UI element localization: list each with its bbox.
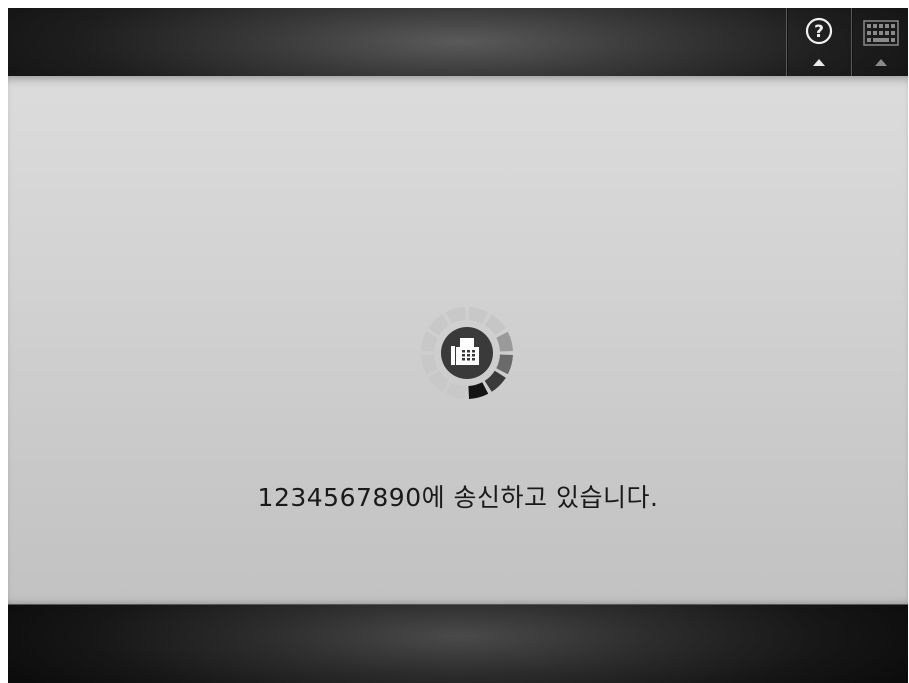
spinner-segment: [496, 354, 513, 375]
progress-spinner: [421, 307, 513, 399]
spinner-segment: [484, 314, 506, 336]
bottom-bar: [8, 604, 908, 683]
keyboard-expand-arrow-icon: [874, 59, 887, 66]
help-button[interactable]: ?: [786, 8, 851, 76]
keyboard-icon: [863, 20, 899, 46]
keyboard-button[interactable]: [851, 8, 908, 76]
spinner-segment: [428, 314, 450, 336]
spinner-segment: [421, 354, 438, 375]
main-content: 1234567890에 송신하고 있습니다.: [8, 76, 908, 604]
help-expand-arrow-icon: [813, 59, 825, 66]
status-message: 1234567890에 송신하고 있습니다.: [257, 483, 659, 512]
spinner-segment: [496, 331, 513, 352]
spinner-segment: [468, 307, 489, 324]
device-screen: ? 1234567890에 송신하고 있습니다.: [8, 8, 908, 683]
spinner-segment: [445, 307, 466, 324]
spinner-segment: [484, 370, 506, 392]
spinner-segment: [468, 382, 489, 399]
spinner-segment: [428, 370, 450, 392]
spinner-segment: [421, 331, 438, 352]
top-bar: ?: [8, 8, 908, 77]
spinner-segment: [445, 382, 466, 399]
svg-text:?: ?: [814, 22, 824, 42]
help-icon: ?: [805, 17, 833, 45]
